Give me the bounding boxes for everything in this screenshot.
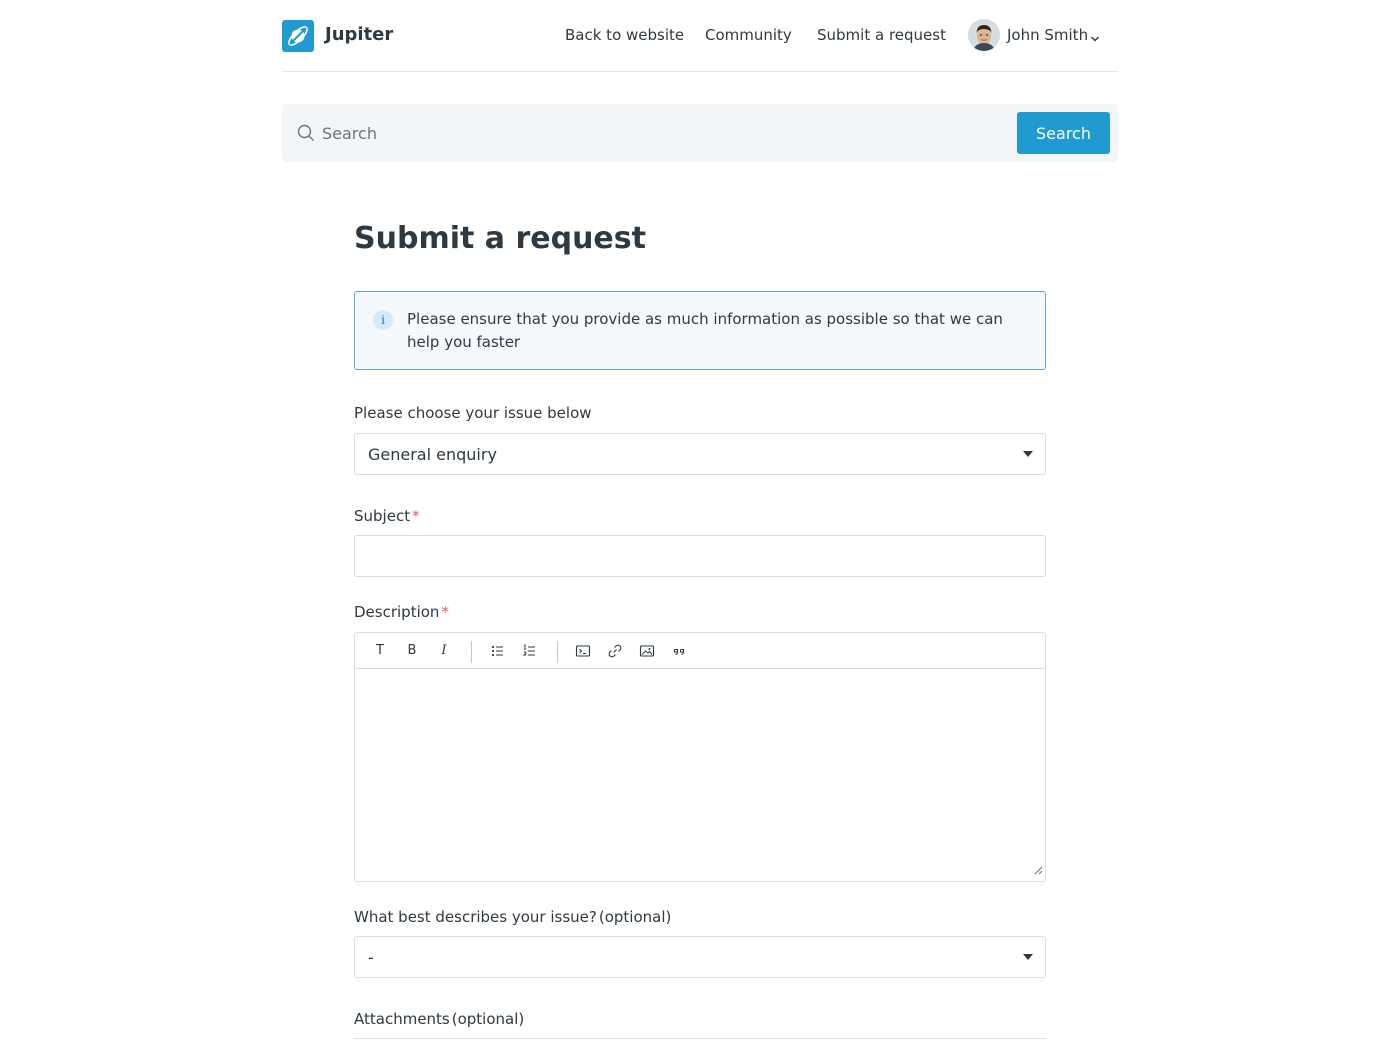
nav-submit-request[interactable]: Submit a request — [817, 25, 946, 45]
search-bar: Search — [282, 104, 1118, 162]
issue-select[interactable]: General enquiry — [354, 433, 1046, 475]
optional-hint: (optional) — [451, 1010, 525, 1028]
brand-name[interactable]: Jupiter — [325, 23, 393, 47]
description-textarea[interactable] — [355, 669, 1045, 881]
quote-icon[interactable] — [669, 641, 689, 661]
avatar — [968, 19, 1000, 51]
search-icon — [297, 124, 315, 146]
resize-handle-icon[interactable] — [1034, 860, 1043, 879]
info-icon: i — [373, 310, 393, 330]
caret-down-icon — [1023, 954, 1033, 960]
link-icon[interactable] — [605, 641, 625, 661]
numbered-list-icon[interactable] — [520, 641, 540, 661]
editor-toolbar: T B I — [355, 633, 1045, 669]
caret-down-icon — [1023, 451, 1033, 457]
notice-text: Please ensure that you provide as much i… — [407, 310, 1003, 351]
subject-label-text: Subject — [354, 507, 411, 525]
subject-input[interactable] — [354, 535, 1046, 577]
code-block-icon[interactable] — [573, 641, 593, 661]
nav-back-to-website[interactable]: Back to website — [565, 25, 684, 45]
attachments-label-text: Attachments — [354, 1010, 450, 1028]
description-editor: T B I — [354, 632, 1046, 882]
category-label: What best describes your issue? (optional… — [354, 907, 671, 927]
optional-hint: (optional) — [598, 908, 672, 926]
category-select[interactable]: - — [354, 936, 1046, 978]
site-header: Jupiter Back to website Community Submit… — [282, 0, 1118, 72]
category-select-value: - — [368, 948, 374, 967]
page-title: Submit a request — [354, 221, 646, 256]
user-name: John Smith — [1007, 26, 1089, 44]
italic-button[interactable]: I — [434, 641, 454, 661]
attachments-dropzone[interactable] — [354, 1038, 1046, 1039]
bold-button[interactable]: B — [402, 641, 422, 661]
attachments-label: Attachments (optional) — [354, 1009, 524, 1029]
category-label-text: What best describes your issue? — [354, 908, 597, 926]
required-mark: * — [441, 603, 449, 621]
required-mark: * — [412, 507, 420, 525]
image-icon[interactable] — [637, 641, 657, 661]
info-notice: i Please ensure that you provide as much… — [354, 291, 1046, 370]
bulleted-list-icon[interactable] — [488, 641, 508, 661]
chevron-down-icon — [1090, 29, 1100, 48]
search-input[interactable] — [322, 116, 1002, 150]
jupiter-logo-icon[interactable] — [282, 20, 314, 52]
text-format-button[interactable]: T — [370, 641, 390, 661]
issue-select-value: General enquiry — [368, 445, 497, 464]
toolbar-divider — [557, 641, 558, 663]
toolbar-divider — [471, 641, 472, 663]
search-button[interactable]: Search — [1017, 112, 1110, 154]
issue-label: Please choose your issue below — [354, 404, 592, 422]
description-label-text: Description — [354, 603, 440, 621]
nav-community[interactable]: Community — [705, 25, 792, 45]
description-label: Description * — [354, 602, 449, 622]
subject-label: Subject * — [354, 506, 420, 526]
